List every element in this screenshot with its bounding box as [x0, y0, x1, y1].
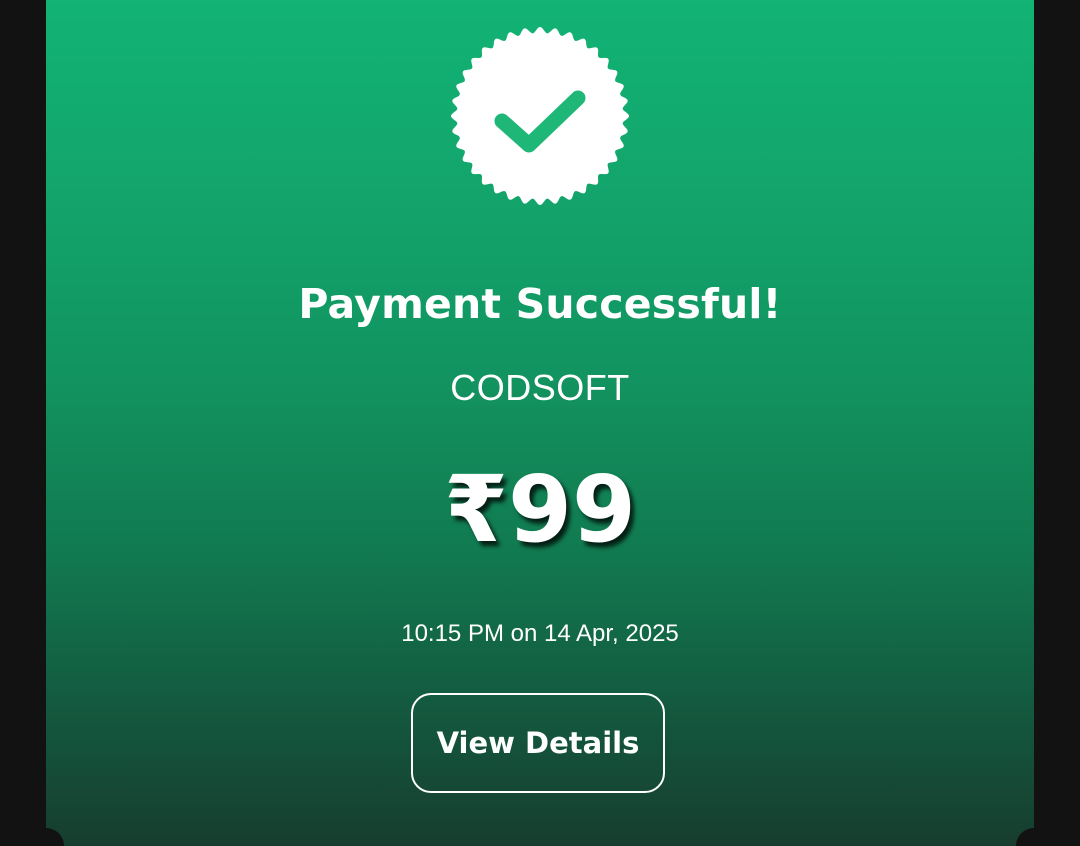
- payment-status-title: Payment Successful!: [298, 280, 782, 328]
- merchant-name: CODSOFT: [450, 367, 630, 408]
- payment-amount: ₹99: [443, 456, 637, 563]
- success-badge-icon: [450, 26, 630, 206]
- payment-timestamp: 10:15 PM on 14 Apr, 2025: [401, 620, 679, 647]
- view-details-label: View Details: [436, 726, 640, 760]
- view-details-button[interactable]: View Details: [411, 693, 665, 793]
- payment-screen: Payment Successful! CODSOFT ₹99 10:15 PM…: [0, 0, 1080, 846]
